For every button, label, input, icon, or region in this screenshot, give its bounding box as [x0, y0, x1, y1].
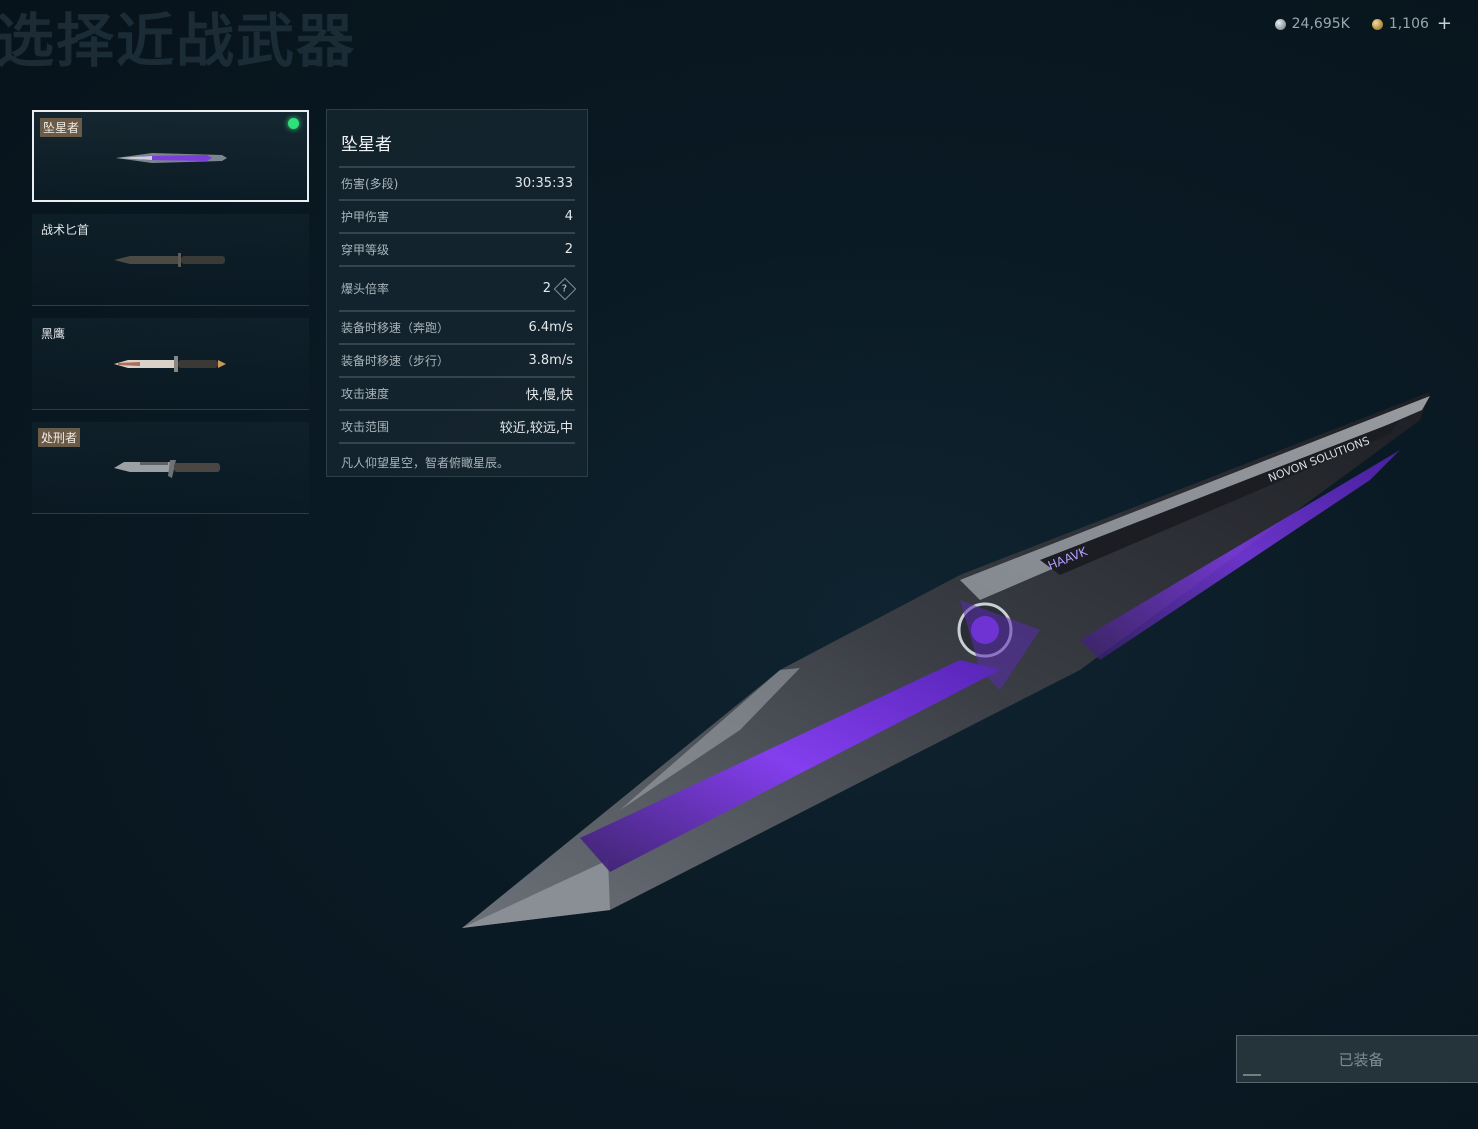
stat-label: 护甲伤害	[341, 210, 390, 224]
weapon-name: 处刑者	[38, 428, 81, 447]
gold-amount: 1,106	[1388, 16, 1429, 32]
silver-amount: 24,695K	[1291, 16, 1350, 32]
stat-value: 2	[542, 281, 551, 296]
stat-value-group: 2 ?	[542, 277, 577, 300]
equipped-button-label: 已装备	[1338, 1050, 1384, 1069]
weapon-name: 坠星者	[40, 118, 83, 137]
button-underline	[1243, 1074, 1261, 1076]
tactical-dagger-thumbnail-icon	[114, 253, 225, 267]
stat-label: 攻击范围	[341, 420, 390, 434]
silver-coin-icon	[1274, 18, 1286, 30]
stats-weapon-title: 坠星者	[341, 135, 392, 155]
stat-value: 2	[564, 242, 573, 257]
stat-label: 装备时移速（步行）	[341, 354, 450, 368]
starfaller-thumbnail-icon	[116, 153, 227, 163]
add-currency-icon[interactable]: +	[1437, 15, 1452, 33]
stat-row-penetration: 穿甲等级 2	[339, 232, 575, 265]
equipped-indicator-icon	[288, 118, 299, 129]
stat-value: 6.4m/s	[528, 320, 574, 335]
currency-silver: 24,695K	[1274, 16, 1350, 32]
stat-label: 攻击速度	[341, 387, 390, 401]
weapon-card-starfaller[interactable]: 坠星者	[32, 110, 309, 202]
stat-label: 穿甲等级	[341, 243, 390, 257]
weapon-name: 黑鹰	[41, 327, 66, 341]
equipped-button[interactable]: 已装备	[1236, 1035, 1478, 1083]
stat-row-headshot: 爆头倍率 2 ?	[339, 265, 577, 310]
weapon-card-tactical-dagger[interactable]: 战术匕首	[32, 214, 309, 306]
stat-row-armor-damage: 护甲伤害 4	[339, 199, 575, 232]
stat-row-damage: 伤害(多段) 30:35:33	[339, 166, 575, 199]
weapon-name: 战术匕首	[41, 223, 90, 237]
stat-label: 伤害(多段)	[341, 177, 399, 191]
stat-row-run-speed: 装备时移速（奔跑） 6.4m/s	[339, 310, 575, 343]
weapon-card-black-hawk[interactable]: 黑鹰	[32, 318, 309, 410]
stat-value: 4	[564, 209, 573, 224]
page-title: 选择近战武器	[0, 7, 357, 75]
executioner-thumbnail-icon	[114, 460, 220, 478]
starfaller-knife-render: HAAVK NOVON SOLUTIONS	[462, 392, 1430, 928]
weapon-card-executioner[interactable]: 处刑者	[32, 422, 309, 514]
black-hawk-thumbnail-icon	[114, 356, 226, 372]
stat-label: 装备时移速（奔跑）	[341, 321, 450, 335]
gold-coin-icon	[1371, 18, 1383, 30]
help-icon[interactable]: ?	[553, 277, 577, 300]
weapon-list: 坠星者 战术匕首 黑鹰 处刑者	[32, 110, 309, 526]
stat-label: 爆头倍率	[341, 282, 390, 296]
currency-gold: 1,106 +	[1371, 15, 1452, 33]
currency-bar: 24,695K 1,106 +	[1274, 15, 1452, 33]
stat-value: 3.8m/s	[528, 353, 574, 368]
stat-value: 30:35:33	[514, 176, 573, 191]
